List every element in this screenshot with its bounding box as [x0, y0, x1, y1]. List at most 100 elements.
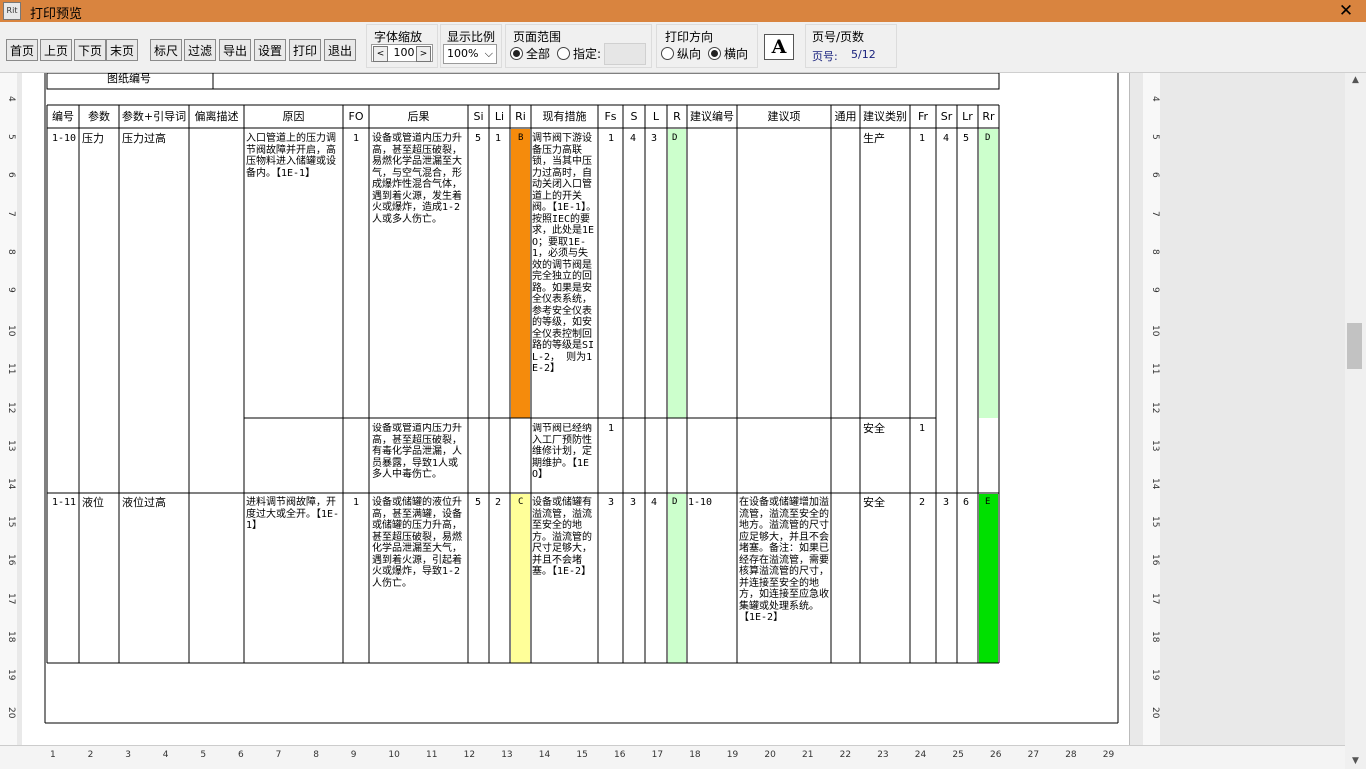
row-1-10-lr: 5 — [963, 133, 970, 144]
scroll-down-icon[interactable]: ▼ — [1345, 754, 1366, 768]
ruler-tick-label: 19 — [1150, 669, 1160, 681]
orientation-label: 打印方向 — [665, 30, 714, 44]
app-icon: Rit — [3, 2, 21, 20]
row-1-10-fr: 1 — [919, 133, 926, 144]
ruler-tick-label: 19 — [6, 669, 16, 681]
ruler-tick-label: 7 — [275, 750, 282, 760]
ruler-tick-label: 9 — [1150, 287, 1160, 293]
row-1-10-li: 1 — [495, 133, 502, 144]
radio-unchecked-icon — [557, 47, 570, 60]
ruler-button[interactable]: 标尺 — [150, 39, 182, 61]
toolbar: 首页 上页 下页 末页 标尺 过滤 导出 设置 打印 退出 字体缩放 < 100… — [0, 22, 1366, 73]
ruler-tick-label: 15 — [576, 750, 588, 760]
window-title: 打印预览 — [30, 7, 83, 22]
ruler-tick-label: 11 — [6, 363, 16, 375]
ruler-tick-label: 4 — [6, 96, 16, 102]
header-cell: Fr — [917, 110, 929, 123]
row-1-10b-category: 安全 — [863, 422, 885, 435]
header-cell: Fs — [604, 110, 617, 123]
row-1-10-si: 5 — [475, 133, 482, 144]
row-1-10-category: 生产 — [863, 132, 885, 145]
landscape-radio[interactable]: 横向 — [708, 47, 748, 63]
row-1-10-sr: 4 — [943, 133, 950, 144]
ruler-tick-label: 7 — [1150, 210, 1160, 217]
header-cell: FO — [348, 110, 364, 123]
header-cell: 建议类别 — [863, 110, 907, 123]
scroll-up-icon[interactable]: ▲ — [1345, 73, 1366, 87]
close-icon[interactable]: ✕ — [1326, 0, 1366, 22]
row-1-11-lr: 6 — [963, 497, 970, 508]
header-cell: L — [652, 110, 660, 123]
radio-unchecked-icon — [661, 47, 674, 60]
ruler-tick-label: 4 — [1150, 96, 1160, 102]
header-cell: 现有措施 — [542, 110, 587, 123]
page-range-specified-radio[interactable]: 指定: — [557, 47, 601, 63]
header-cell: Lr — [962, 110, 973, 123]
scrollbar-thumb[interactable] — [1347, 323, 1362, 369]
header-cell: 通用 — [834, 110, 857, 123]
portrait-radio[interactable]: 纵向 — [661, 47, 701, 63]
risk-cell-r-d — [668, 129, 686, 418]
page-range-input[interactable] — [604, 43, 646, 65]
page-range-group: 页面范围 全部 指定: — [505, 24, 652, 68]
page-info-value: 5/12 — [851, 48, 876, 61]
row-1-10-rr: D — [985, 133, 991, 143]
print-button[interactable]: 打印 — [289, 39, 321, 61]
ruler-tick-label: 20 — [764, 750, 776, 760]
display-ratio-value: 100% — [447, 47, 479, 60]
ruler-tick-label: 10 — [1150, 325, 1160, 337]
prev-page-button[interactable]: 上页 — [40, 39, 72, 61]
display-ratio-select[interactable]: 100% ⌵ — [443, 44, 497, 64]
row-1-11-guideword: 液位过高 — [122, 496, 166, 509]
ruler-tick-label: 8 — [313, 750, 319, 760]
ruler-tick-label: 16 — [614, 750, 626, 760]
drawing-number-label: 图纸编号 — [107, 73, 151, 85]
ruler-tick-label: 19 — [726, 750, 739, 760]
page-range-all-radio[interactable]: 全部 — [510, 47, 550, 63]
ruler-tick-label: 25 — [952, 750, 964, 760]
ruler-tick-label: 2 — [87, 750, 94, 760]
header-cell: 偏离描述 — [194, 110, 239, 123]
row-1-10b-fr: 1 — [919, 423, 926, 434]
next-page-button[interactable]: 下页 — [74, 39, 106, 61]
ruler-tick-label: 10 — [388, 750, 400, 760]
ruler-tick-label: 24 — [914, 750, 927, 760]
header-cell: 建议项 — [767, 110, 801, 123]
ruler-tick-label: 5 — [200, 750, 207, 760]
title-bar: Rit 打印预览 ✕ — [0, 0, 1366, 22]
row-1-10-ri: B — [518, 133, 524, 143]
first-page-button[interactable]: 首页 — [6, 39, 38, 61]
header-cell: Rr — [982, 110, 995, 123]
ruler-tick-label: 10 — [6, 325, 16, 337]
row-1-10-r: D — [672, 133, 678, 143]
export-button[interactable]: 导出 — [219, 39, 251, 61]
row-1-11-r: D — [672, 497, 678, 507]
header-cell: Si — [473, 110, 484, 123]
row-1-11-fs: 3 — [608, 497, 615, 508]
ruler-tick-label: 6 — [238, 750, 244, 760]
exit-button[interactable]: 退出 — [324, 39, 356, 61]
risk-cell-rr-e — [979, 494, 998, 663]
vertical-scrollbar[interactable]: ▲ ▼ — [1345, 73, 1366, 768]
row-1-10-fs: 1 — [608, 133, 615, 144]
page-range-label: 页面范围 — [513, 30, 562, 44]
print-page: 图纸编号 编号 参数 参数+引导词 偏离描述 原因 FO 后果 Si Li Ri 现有措施 Fs S L R… — [22, 73, 1130, 745]
ruler-tick-label: 14 — [6, 478, 16, 490]
radio-label: 横向 — [724, 47, 749, 61]
ruler-tick-label: 6 — [1150, 172, 1160, 179]
last-page-button[interactable]: 末页 — [106, 39, 138, 61]
zoom-increase-button[interactable]: > — [416, 46, 431, 62]
ruler-tick-label: 16 — [1150, 554, 1160, 566]
font-button[interactable]: A — [764, 34, 794, 60]
row-1-11-s: 3 — [630, 497, 637, 508]
row-1-11-rr: E — [985, 497, 991, 507]
zoom-decrease-button[interactable]: < — [373, 46, 388, 62]
settings-button[interactable]: 设置 — [254, 39, 286, 61]
font-zoom-control: < 100 > — [371, 44, 433, 62]
filter-button[interactable]: 过滤 — [184, 39, 216, 61]
row-1-11-param: 液位 — [82, 496, 104, 509]
ruler-tick-label: 18 — [1150, 630, 1160, 643]
font-zoom-value[interactable]: 100 — [390, 46, 418, 60]
ruler-tick-label: 3 — [125, 750, 131, 760]
ruler-tick-label: 28 — [1065, 750, 1077, 760]
